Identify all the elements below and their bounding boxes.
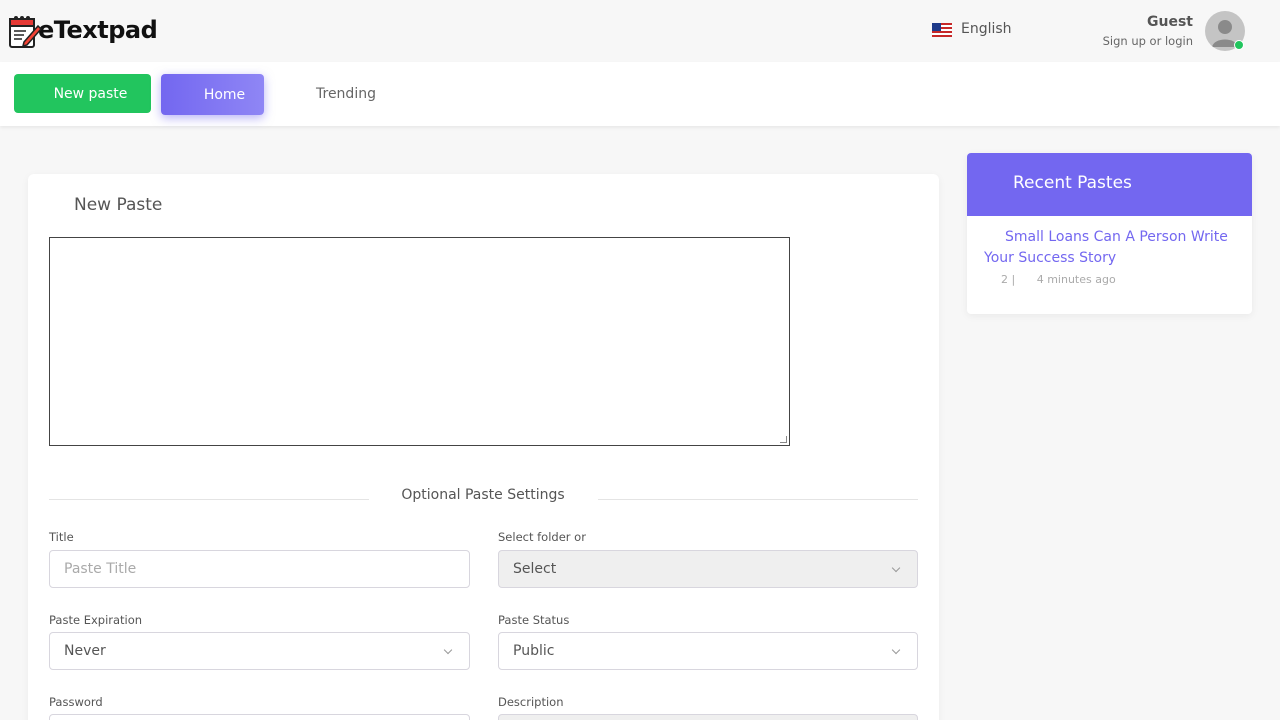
nav-trending[interactable]: Trending bbox=[316, 86, 376, 102]
description-input[interactable] bbox=[498, 714, 918, 720]
chevron-down-icon bbox=[891, 645, 901, 655]
optional-settings-heading: Optional Paste Settings bbox=[401, 487, 565, 503]
chevron-down-icon bbox=[891, 563, 901, 573]
online-status-icon bbox=[1234, 40, 1244, 50]
recent-pastes-title: Recent Pastes bbox=[967, 153, 1252, 216]
us-flag-icon bbox=[932, 22, 952, 37]
new-paste-button[interactable]: New paste bbox=[14, 74, 151, 113]
resize-handle-icon[interactable] bbox=[780, 436, 787, 443]
divider bbox=[49, 499, 369, 500]
notepad-pencil-icon bbox=[8, 12, 43, 48]
user-name: Guest bbox=[1147, 14, 1193, 30]
status-select[interactable]: Public bbox=[498, 632, 918, 670]
folder-label: Select folder or bbox=[498, 530, 586, 544]
expiration-label: Paste Expiration bbox=[49, 613, 143, 627]
home-button[interactable]: Home bbox=[161, 74, 264, 115]
folder-select-value: Select bbox=[513, 561, 557, 577]
language-label: English bbox=[961, 21, 1012, 37]
title-input[interactable]: Paste Title bbox=[49, 550, 470, 588]
expiration-select[interactable]: Never bbox=[49, 632, 470, 670]
description-label: Description bbox=[498, 695, 564, 709]
title-label: Title bbox=[49, 530, 74, 544]
expiration-select-value: Never bbox=[64, 643, 106, 659]
recent-paste-link[interactable]: Small Loans Can A Person Write Your Succ… bbox=[984, 227, 1246, 269]
user-info[interactable]: Guest Sign up or login bbox=[1103, 14, 1193, 48]
password-input[interactable] bbox=[49, 714, 470, 720]
new-paste-card: New Paste Optional Paste Settings Title … bbox=[28, 174, 939, 720]
logo-text: eTextpad bbox=[38, 16, 158, 44]
chevron-down-icon bbox=[443, 645, 453, 655]
signup-login-link[interactable]: Sign up or login bbox=[1103, 34, 1193, 48]
status-select-value: Public bbox=[513, 643, 555, 659]
language-selector[interactable]: English bbox=[932, 21, 1012, 37]
status-label: Paste Status bbox=[498, 613, 570, 627]
top-header: eTextpad English Guest Sign up or login bbox=[0, 0, 1280, 62]
recent-pastes-card: Recent Pastes Small Loans Can A Person W… bbox=[967, 153, 1252, 314]
recent-paste-count: 2 | bbox=[1001, 273, 1016, 286]
recent-paste-meta: 2 | 4 minutes ago bbox=[1001, 273, 1134, 286]
paste-content-textarea[interactable] bbox=[49, 237, 790, 446]
password-label: Password bbox=[49, 695, 103, 709]
page-title: New Paste bbox=[74, 195, 163, 215]
site-logo[interactable]: eTextpad bbox=[8, 12, 158, 48]
folder-select[interactable]: Select bbox=[498, 550, 918, 588]
recent-paste-time: 4 minutes ago bbox=[1036, 273, 1116, 286]
divider bbox=[598, 499, 918, 500]
main-navbar: New paste Home Trending bbox=[0, 62, 1280, 126]
